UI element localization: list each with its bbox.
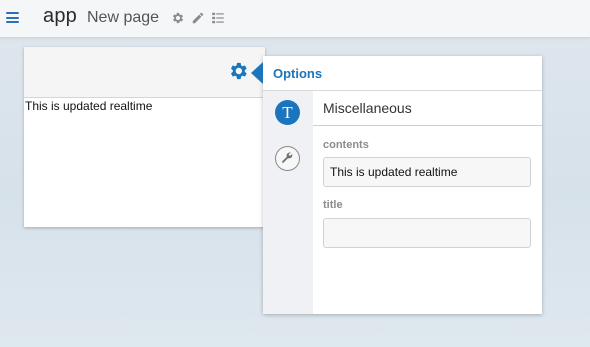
options-pointer-arrow <box>251 62 263 84</box>
options-header: Options <box>263 56 542 91</box>
gear-icon[interactable] <box>171 11 185 25</box>
widget-header <box>24 47 265 98</box>
options-sidebar: T <box>263 91 313 314</box>
widget-content: This is updated realtime <box>25 99 153 113</box>
contents-input[interactable] <box>323 157 531 187</box>
app-title: app <box>43 5 77 27</box>
page-title[interactable]: New page <box>87 9 159 27</box>
options-main: Miscellaneous contents title <box>313 91 542 314</box>
pencil-icon[interactable] <box>191 11 205 25</box>
list-icon[interactable] <box>211 11 225 25</box>
top-bar: app New page <box>0 0 590 38</box>
section-title: Miscellaneous <box>313 91 542 126</box>
title-input[interactable] <box>323 218 531 248</box>
text-widget[interactable]: This is updated realtime <box>24 47 265 227</box>
hamburger-menu-icon[interactable] <box>6 12 19 23</box>
contents-label: contents <box>323 139 369 151</box>
text-icon[interactable]: T <box>275 100 300 125</box>
widget-gear-icon[interactable] <box>227 60 249 82</box>
options-panel: Options T Miscellaneous contents title <box>251 56 542 314</box>
title-label: title <box>323 199 343 211</box>
wrench-icon[interactable] <box>275 146 300 171</box>
